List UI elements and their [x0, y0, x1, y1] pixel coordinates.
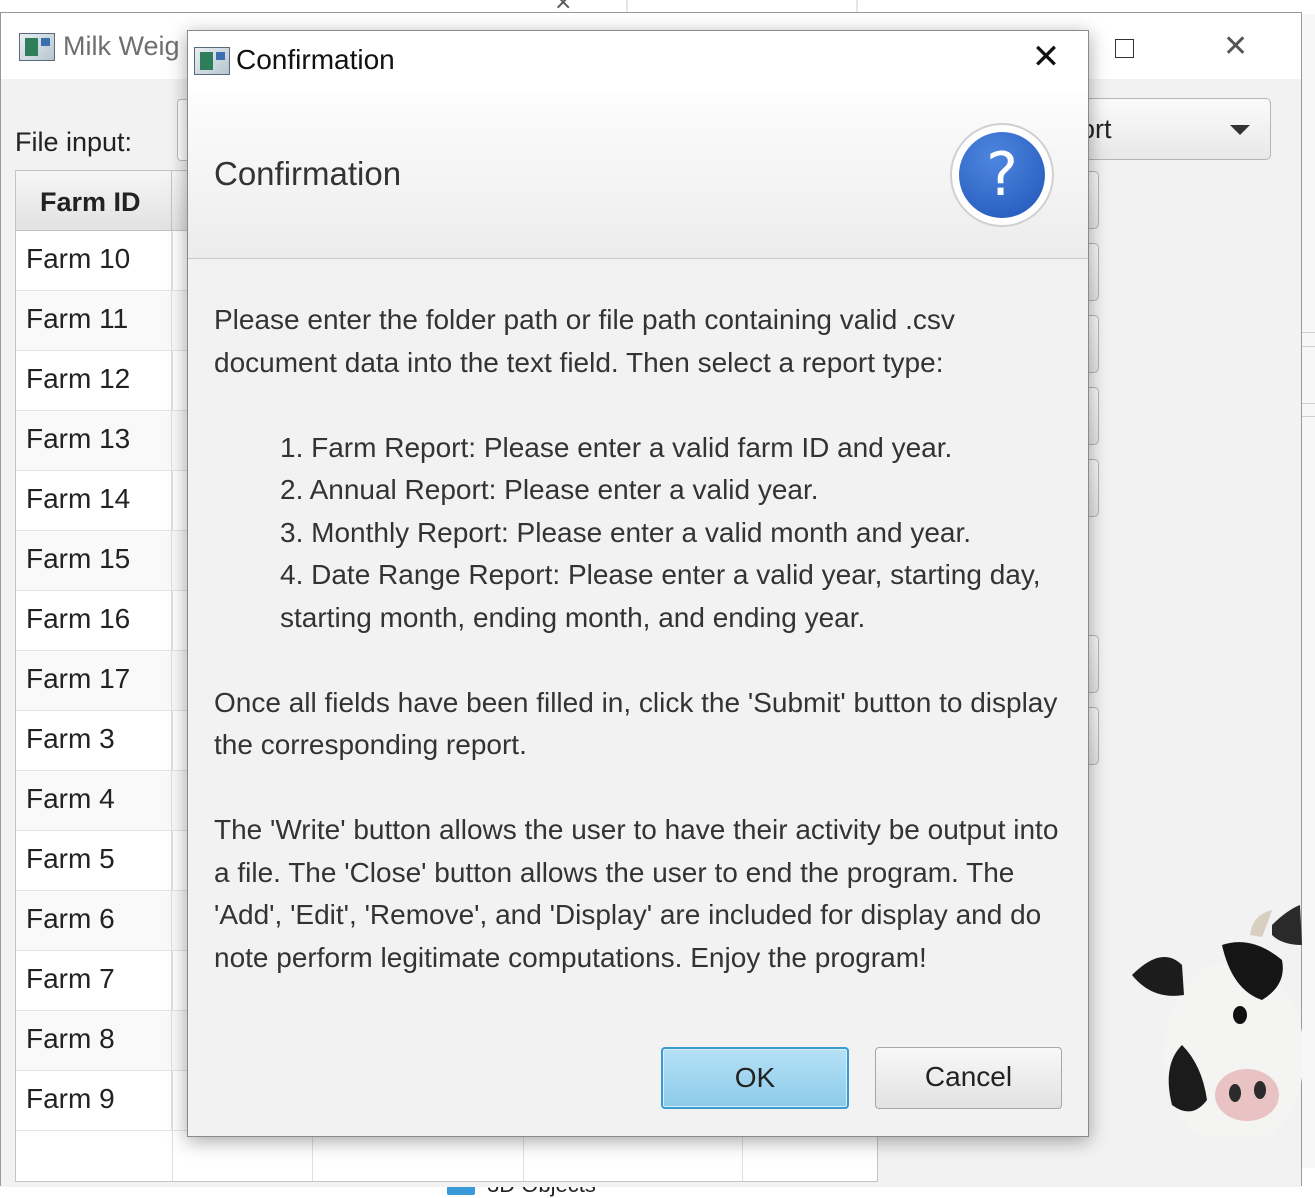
question-mark-icon: ?	[950, 123, 1054, 227]
farm-id-cell: Farm 5	[16, 831, 172, 891]
dialog-titlebar[interactable]: Confirmation ✕	[188, 31, 1088, 91]
farm-id-text: Farm 16	[26, 603, 131, 634]
farm-id-cell: Farm 16	[16, 591, 172, 651]
report-type-item: 1. Farm Report: Please enter a valid far…	[280, 431, 953, 463]
report-type-dropdown[interactable]: ort	[1061, 98, 1271, 160]
question-mark-glyph: ?	[959, 132, 1045, 218]
background-divider	[1301, 346, 1315, 347]
farm-id-cell: Farm 10	[16, 231, 172, 291]
dialog-header-text: Confirmation	[214, 155, 402, 192]
farm-id-text: Farm 7	[26, 963, 115, 994]
main-close-icon[interactable]: ✕	[1223, 29, 1248, 64]
farm-id-cell: Farm 3	[16, 711, 172, 771]
dialog-header: Confirmation ?	[188, 91, 1088, 259]
background-divider	[1301, 332, 1315, 333]
background-divider	[1301, 416, 1315, 417]
farm-id-text: Farm 8	[26, 1023, 115, 1054]
farm-id-cell: Farm 7	[16, 951, 172, 1011]
farm-id-cell: Farm 4	[16, 771, 172, 831]
farm-id-cell: Farm 14	[16, 471, 172, 531]
cow-image	[1132, 905, 1302, 1135]
farm-id-cell: Farm 15	[16, 531, 172, 591]
chevron-down-icon	[1230, 125, 1250, 135]
farm-id-text: Farm 15	[26, 543, 131, 574]
report-type-item: 3. Monthly Report: Please enter a valid …	[280, 516, 972, 548]
farm-id-text: Farm 17	[26, 663, 131, 694]
farm-id-cell: Farm 12	[16, 351, 172, 411]
farm-id-text: Farm 4	[26, 783, 115, 814]
farm-id-text: Farm 5	[26, 843, 115, 874]
farm-id-cell: Farm 6	[16, 891, 172, 951]
farm-id-text: Farm 11	[26, 303, 129, 334]
farm-id-cell: Farm 8	[16, 1011, 172, 1071]
farm-id-text: Farm 13	[26, 423, 131, 454]
farm-id-cell: Farm 9	[16, 1071, 172, 1131]
farm-id-text: Farm 9	[26, 1083, 115, 1114]
dialog-title: Confirmation	[236, 44, 395, 75]
farm-id-text: Farm 14	[26, 483, 131, 514]
background-divider	[1301, 403, 1315, 404]
file-input-label: File input:	[15, 127, 133, 157]
farm-id-cell: Farm 17	[16, 651, 172, 711]
column-header-label: Farm ID	[40, 187, 141, 217]
farm-id-text: Farm 10	[26, 243, 131, 274]
farm-id-cell: Farm 11	[16, 291, 172, 351]
farm-id-text: Farm 12	[26, 363, 131, 394]
column-header-farm-id[interactable]: Farm ID	[16, 171, 172, 231]
farm-id-cell: Farm 13	[16, 411, 172, 471]
main-window-title: Milk Weig	[63, 31, 180, 61]
dialog-close-icon[interactable]: ✕	[1026, 37, 1066, 81]
cancel-button[interactable]: Cancel	[875, 1047, 1062, 1109]
dialog-buttons-text: The 'Write' button allows the user to ha…	[214, 814, 1059, 973]
app-icon	[19, 33, 55, 61]
dialog-submit-text: Once all fields have been filled in, cli…	[214, 686, 1058, 761]
maximize-icon[interactable]	[1115, 39, 1134, 58]
farm-id-text: Farm 6	[26, 903, 115, 934]
confirmation-dialog: Confirmation ✕ Confirmation ? Please ent…	[187, 30, 1089, 1137]
ok-button[interactable]: OK	[661, 1047, 849, 1109]
background-window-edge	[1301, 14, 1315, 1195]
app-icon	[194, 47, 230, 75]
report-type-list: 1. Farm Report: Please enter a valid far…	[214, 427, 1064, 640]
dialog-message: Please enter the folder path or file pat…	[214, 299, 1064, 1022]
report-type-item: 2. Annual Report: Please enter a valid y…	[280, 474, 819, 505]
dialog-intro-text: Please enter the folder path or file pat…	[214, 304, 955, 378]
farm-id-text: Farm 3	[26, 723, 115, 754]
report-type-item: 4. Date Range Report: Please enter a val…	[280, 559, 1041, 633]
